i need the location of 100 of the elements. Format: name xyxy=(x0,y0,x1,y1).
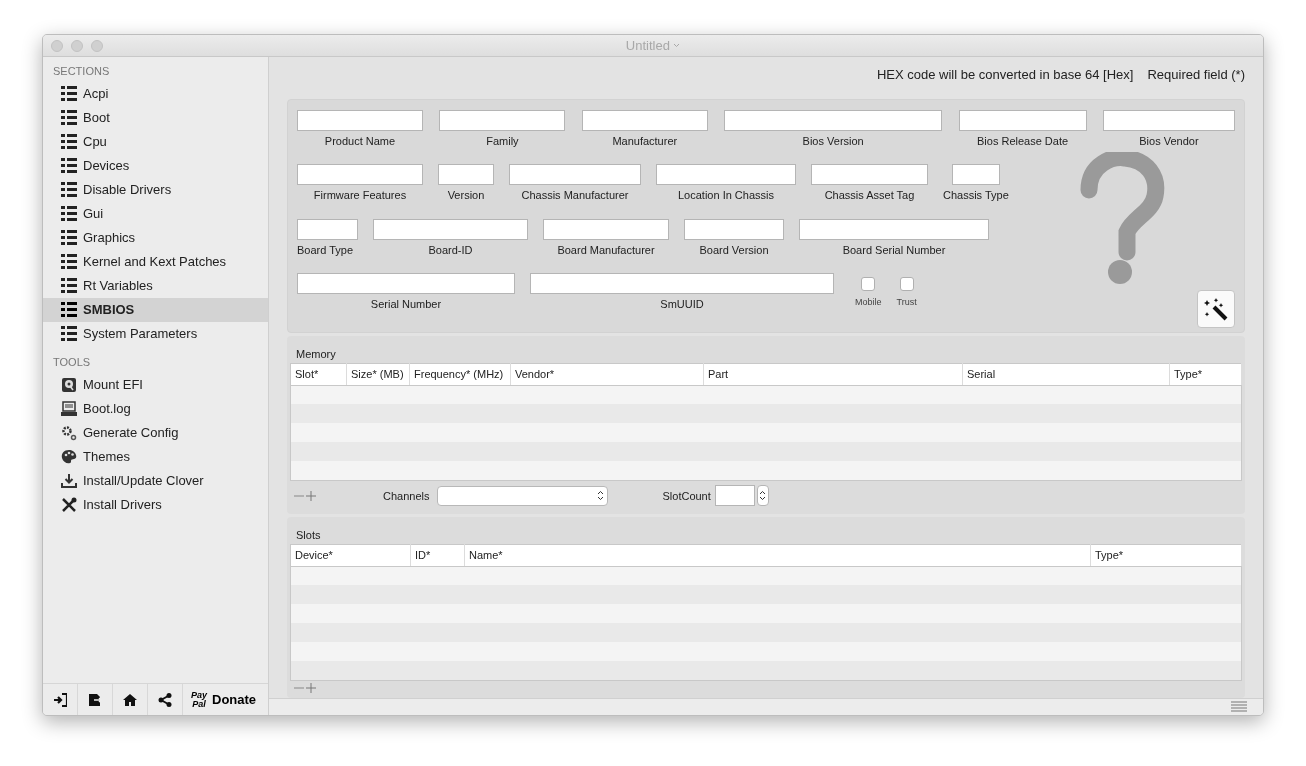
field-label: Chassis Asset Tag xyxy=(824,188,915,203)
download-icon xyxy=(61,472,77,489)
home-icon xyxy=(123,692,137,707)
laptop-icon xyxy=(61,400,77,417)
auto-fill-button[interactable] xyxy=(1197,290,1235,328)
text-field[interactable] xyxy=(373,218,528,240)
text-field[interactable] xyxy=(656,164,796,185)
checkbox[interactable] xyxy=(899,277,914,291)
list-icon xyxy=(61,86,77,101)
field-label: Bios Version xyxy=(802,133,864,149)
sidebar-item[interactable]: Install/Update Clover xyxy=(43,468,268,493)
text-field[interactable] xyxy=(958,109,1087,131)
sidebar-item[interactable]: Rt Variables xyxy=(43,273,268,298)
text-field[interactable] xyxy=(724,109,943,131)
field-label: Bios Vendor xyxy=(1139,133,1199,149)
list-icon xyxy=(61,206,77,221)
text-field[interactable] xyxy=(799,218,989,240)
list-icon xyxy=(61,230,77,245)
group-title: Slots xyxy=(295,528,322,543)
sidebar-item[interactable]: Cpu xyxy=(43,129,268,154)
sidebar-item[interactable]: Kernel and Kext Patches xyxy=(43,249,268,274)
sidebar-item[interactable]: SMBIOS xyxy=(43,297,268,322)
field-label: Serial Number xyxy=(370,297,442,312)
column-header[interactable]: Serial xyxy=(962,363,1170,386)
sidebar-item[interactable]: Install Drivers xyxy=(43,492,268,517)
field-label: SmUUID xyxy=(660,297,704,312)
section-heading: TOOLS xyxy=(52,355,92,370)
field-label: Bios Release Date xyxy=(977,133,1069,149)
text-field[interactable] xyxy=(530,273,834,294)
sidebar-item[interactable]: Disable Drivers xyxy=(43,177,268,202)
group-title: Memory xyxy=(295,347,337,363)
paypal-logo: Pay Pal xyxy=(191,690,207,709)
sidebar-item[interactable]: Boot.log xyxy=(43,396,268,421)
column-header[interactable]: Type* xyxy=(1169,363,1242,386)
column-header[interactable]: Frequency* (MHz) xyxy=(409,363,511,386)
sidebar-item[interactable]: Themes xyxy=(43,444,268,469)
updown-icon xyxy=(597,490,605,502)
sidebar-item[interactable]: Devices xyxy=(43,153,268,178)
sidebar-item[interactable]: Acpi xyxy=(43,81,268,106)
column-header[interactable]: Slot* xyxy=(290,363,347,386)
field-label: Version xyxy=(447,188,485,203)
text-field[interactable] xyxy=(297,273,515,294)
field-label: Product Name xyxy=(324,133,396,149)
field-label: Manufacturer xyxy=(612,133,678,149)
text-field[interactable] xyxy=(439,109,566,131)
magic-wand-icon xyxy=(1203,296,1229,322)
updown-icon xyxy=(759,490,767,502)
stepper[interactable] xyxy=(756,485,769,507)
list-icon xyxy=(61,254,77,269)
channels-dropdown[interactable] xyxy=(437,485,609,506)
field-label: Location In Chassis xyxy=(678,188,774,203)
text-field[interactable] xyxy=(1102,109,1235,131)
text-field[interactable] xyxy=(811,164,928,185)
checkbox[interactable] xyxy=(861,277,876,291)
sidebar-item[interactable]: Gui xyxy=(43,201,268,226)
tools-icon xyxy=(61,496,77,513)
field-label: Firmware Features xyxy=(313,188,407,203)
column-header[interactable]: Vendor* xyxy=(510,363,704,386)
list-icon xyxy=(61,326,77,341)
menu-icon[interactable] xyxy=(1231,701,1247,713)
sidebar-item[interactable]: System Parameters xyxy=(43,321,268,346)
share-icon xyxy=(158,692,172,707)
field-label: Chassis Manufacturer xyxy=(521,188,629,203)
sidebar-item[interactable]: Boot xyxy=(43,105,268,130)
field-label: Board Manufacturer xyxy=(557,242,655,258)
text-field[interactable] xyxy=(581,109,708,131)
field-label: Chassis Type xyxy=(943,188,1009,203)
column-header[interactable]: Name* xyxy=(464,544,1091,566)
text-field[interactable] xyxy=(543,218,669,240)
text-field[interactable] xyxy=(509,164,641,185)
add-icon xyxy=(306,490,316,501)
text-field[interactable] xyxy=(297,109,423,131)
sidebar-item[interactable]: Mount EFI xyxy=(43,372,268,397)
sidebar-item[interactable]: Graphics xyxy=(43,225,268,250)
field-label: Board-ID xyxy=(428,242,473,258)
column-header[interactable]: Type* xyxy=(1090,544,1242,566)
text-field[interactable] xyxy=(438,164,494,185)
column-header[interactable]: Device* xyxy=(290,544,411,566)
close-button[interactable] xyxy=(51,40,63,52)
checkbox-label: Mobile xyxy=(855,296,882,309)
required-note: Required field (*) xyxy=(1147,66,1245,84)
column-header[interactable]: Size* (MB) xyxy=(346,363,410,386)
hex-note: HEX code will be converted in base 64 [Hex] xyxy=(876,66,1134,84)
list-icon xyxy=(61,134,77,149)
minimize-button[interactable] xyxy=(71,40,83,52)
window-title: Untitled xyxy=(625,36,670,55)
field-label: Family xyxy=(486,133,519,149)
text-field[interactable] xyxy=(951,164,1000,185)
text-field[interactable] xyxy=(684,218,784,240)
column-header[interactable]: ID* xyxy=(410,544,465,566)
column-header[interactable]: Part xyxy=(703,363,963,386)
field-label: Board Serial Number xyxy=(842,242,946,258)
number-field[interactable] xyxy=(714,485,755,507)
section-heading: SECTIONS xyxy=(52,64,111,79)
text-field[interactable] xyxy=(297,218,358,240)
sidebar-item[interactable]: Generate Config xyxy=(43,420,268,445)
list-icon xyxy=(61,110,77,125)
text-field[interactable] xyxy=(297,164,423,185)
zoom-button[interactable] xyxy=(91,40,103,52)
field-label: Board Version xyxy=(699,242,769,258)
